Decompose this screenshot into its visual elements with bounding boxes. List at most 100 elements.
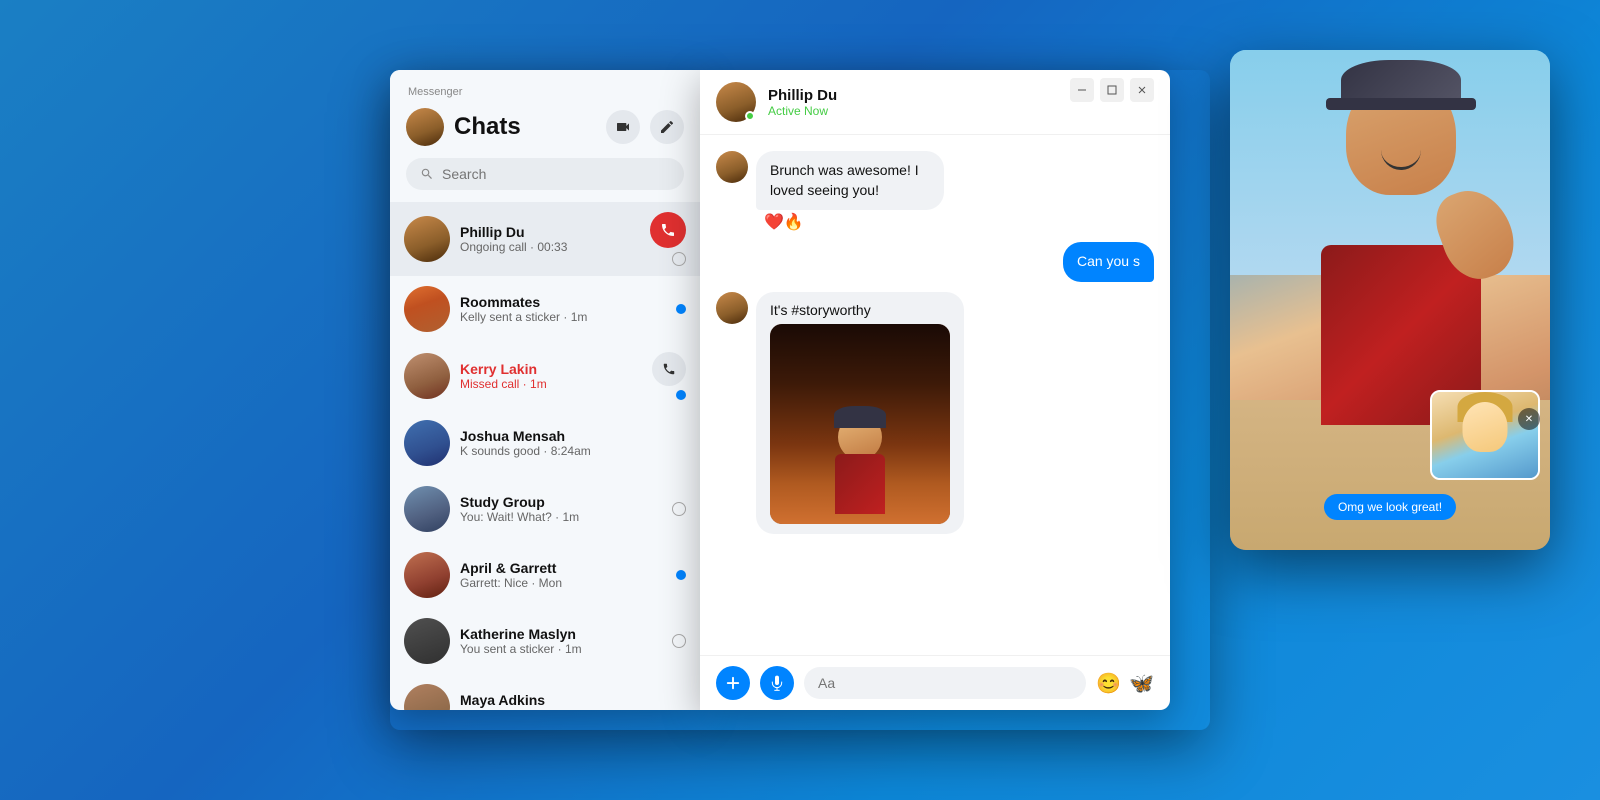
chat-window-panel: Phillip Du Active Now Brunch was awesome… — [700, 70, 1170, 710]
chat-item-roommates[interactable]: Roommates Kelly sent a sticker · 1m — [390, 276, 700, 342]
search-input[interactable] — [442, 166, 670, 182]
video-person-smile — [1381, 150, 1421, 170]
chats-header-row: Chats — [406, 108, 684, 146]
chat-item-joshua[interactable]: Joshua Mensah K sounds good · 8:24am — [390, 410, 700, 476]
avatar-kerry — [404, 353, 450, 399]
decline-call-button[interactable] — [650, 212, 686, 248]
chats-title: Chats — [454, 113, 521, 141]
window-minimize-button[interactable] — [1070, 78, 1094, 102]
chat-meta-roommates — [676, 304, 686, 314]
message-bubble-brunch: Brunch was awesome! I loved seeing you! — [756, 151, 944, 210]
chat-info-maya: Maya Adkins Nice · Mon — [460, 692, 686, 710]
chat-preview-april: Garrett: Nice · Mon — [460, 576, 666, 590]
chat-list-header: Messenger Chats — [390, 70, 700, 202]
video-call-overlay[interactable]: Omg we look great! ✕ — [1230, 50, 1550, 550]
chat-meta-kerry — [652, 352, 686, 400]
chat-item-katherine[interactable]: Katherine Maslyn You sent a sticker · 1m — [390, 608, 700, 674]
chat-info-joshua: Joshua Mensah K sounds good · 8:24am — [460, 428, 686, 458]
message-brunch-content: Brunch was awesome! I loved seeing you! … — [756, 151, 1045, 232]
avatar-april — [404, 552, 450, 598]
message-can-you: Can you s — [716, 242, 1154, 282]
seen-icon-study — [672, 502, 686, 516]
chat-meta-study — [672, 502, 686, 516]
video-call-button[interactable] — [606, 110, 640, 144]
chat-item-study[interactable]: Study Group You: Wait! What? · 1m — [390, 476, 700, 542]
unread-dot-kerry — [676, 390, 686, 400]
message-storyworthy: It's #storyworthy — [716, 292, 1154, 534]
chat-name-april: April & Garrett — [460, 560, 666, 576]
chat-preview-joshua: K sounds good · 8:24am — [460, 444, 686, 458]
search-box[interactable] — [406, 158, 684, 190]
window-close-button[interactable] — [1130, 78, 1154, 102]
chat-item-phillip[interactable]: Phillip Du Ongoing call · 00:33 — [390, 202, 700, 276]
avatar-katherine — [404, 618, 450, 664]
video-pip-close-button[interactable]: ✕ — [1518, 408, 1540, 430]
avatar-maya — [404, 684, 450, 710]
chat-preview-roommates: Kelly sent a sticker · 1m — [460, 310, 666, 324]
chat-item-maya[interactable]: Maya Adkins Nice · Mon — [390, 674, 700, 710]
chat-preview-kerry: Missed call · 1m — [460, 377, 642, 391]
chats-title-group: Chats — [406, 108, 521, 146]
user-avatar[interactable] — [406, 108, 444, 146]
unread-dot-roommates — [676, 304, 686, 314]
window-maximize-button[interactable] — [1100, 78, 1124, 102]
chat-window-name: Phillip Du — [768, 87, 837, 104]
chat-name-joshua: Joshua Mensah — [460, 428, 686, 444]
chat-window-status: Active Now — [768, 104, 837, 118]
mic-button[interactable] — [760, 666, 794, 700]
person-hat — [834, 406, 886, 428]
emoji-button[interactable]: 😊 — [1096, 671, 1121, 696]
chat-info-study: Study Group You: Wait! What? · 1m — [460, 494, 662, 524]
video-person-head — [1346, 75, 1456, 195]
app-title: Messenger — [406, 86, 684, 98]
message-avatar-phillip2 — [716, 292, 748, 324]
chat-info-phillip: Phillip Du Ongoing call · 00:33 — [460, 224, 640, 254]
chat-window-avatar[interactable] — [716, 82, 756, 122]
butterfly-button[interactable]: 🦋 — [1129, 671, 1154, 696]
chat-name-study: Study Group — [460, 494, 662, 510]
chat-preview-maya: Nice · Mon — [460, 708, 686, 710]
storyworthy-photo — [770, 324, 950, 524]
person-silhouette — [825, 414, 895, 514]
chat-info-april: April & Garrett Garrett: Nice · Mon — [460, 560, 666, 590]
message-bubble-storyworthy: It's #storyworthy — [756, 292, 964, 534]
avatar-phillip — [404, 216, 450, 262]
avatar-joshua — [404, 420, 450, 466]
chat-meta-katherine — [672, 634, 686, 648]
message-bubble-can-you: Can you s — [1063, 242, 1154, 282]
add-button[interactable] — [716, 666, 750, 700]
chat-info-roommates: Roommates Kelly sent a sticker · 1m — [460, 294, 666, 324]
avatar-study — [404, 486, 450, 532]
chat-list-panel: Messenger Chats — [390, 70, 700, 710]
call-back-button-kerry[interactable] — [652, 352, 686, 386]
video-pip[interactable] — [1430, 390, 1540, 480]
chat-input-area: 😊 🦋 — [700, 655, 1170, 710]
chat-name-phillip: Phillip Du — [460, 224, 640, 240]
chat-preview-study: You: Wait! What? · 1m — [460, 510, 662, 524]
unread-dot-april — [676, 570, 686, 580]
input-right-icons: 😊 🦋 — [1096, 671, 1154, 696]
chat-preview-katherine: You sent a sticker · 1m — [460, 642, 662, 656]
chat-name-kerry: Kerry Lakin — [460, 361, 642, 377]
message-reactions-brunch: ❤️🔥 — [764, 212, 1045, 232]
header-icons — [606, 110, 684, 144]
chat-items-list: Phillip Du Ongoing call · 00:33 Roommate… — [390, 202, 700, 710]
pip-head — [1463, 402, 1508, 452]
chat-item-april[interactable]: April & Garrett Garrett: Nice · Mon — [390, 542, 700, 608]
video-caption: Omg we look great! — [1324, 494, 1456, 520]
message-input[interactable] — [804, 667, 1086, 699]
chat-meta-phillip — [650, 212, 686, 266]
chat-meta-april — [676, 570, 686, 580]
online-status-dot — [745, 111, 755, 121]
video-person-hat — [1341, 60, 1461, 110]
storyworthy-text: It's #storyworthy — [770, 302, 950, 318]
chat-info-kerry: Kerry Lakin Missed call · 1m — [460, 361, 642, 391]
message-avatar-phillip — [716, 151, 748, 183]
chat-name-katherine: Katherine Maslyn — [460, 626, 662, 642]
chat-name-roommates: Roommates — [460, 294, 666, 310]
pip-person — [1432, 392, 1538, 478]
compose-button[interactable] — [650, 110, 684, 144]
avatar-roommates — [404, 286, 450, 332]
chat-item-kerry[interactable]: Kerry Lakin Missed call · 1m — [390, 342, 700, 410]
chat-preview-phillip: Ongoing call · 00:33 — [460, 240, 640, 254]
